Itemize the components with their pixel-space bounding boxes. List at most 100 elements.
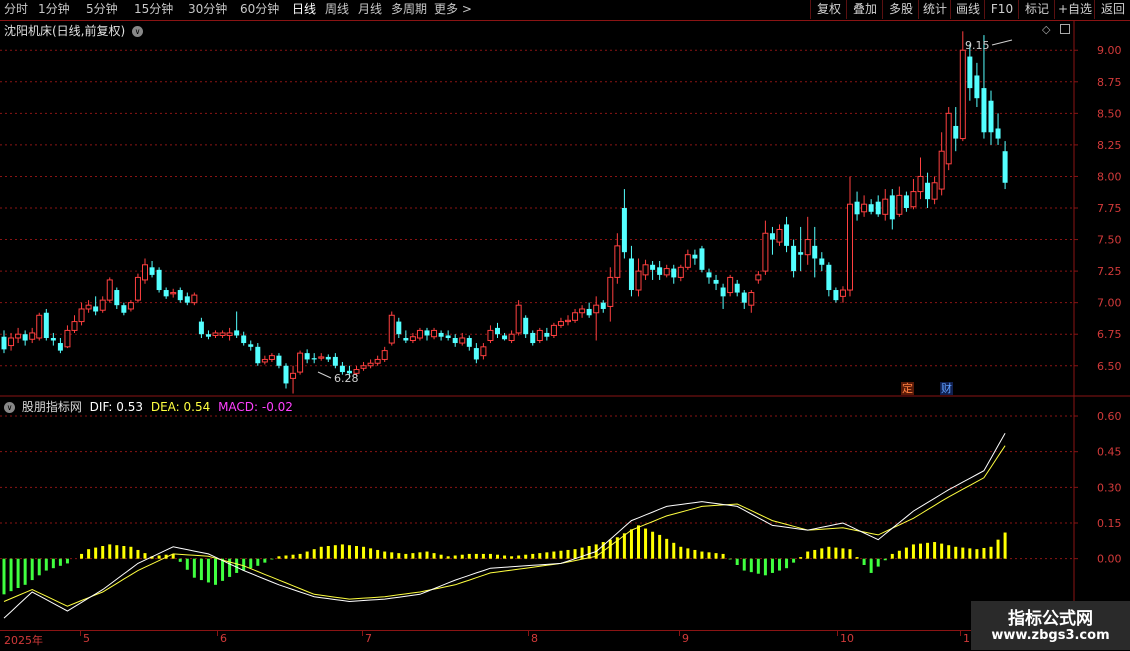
candle-body-down (769, 233, 775, 240)
f10-button[interactable]: F10 (984, 0, 1019, 19)
period-tab-5min[interactable]: 5分钟 (86, 0, 118, 19)
candle-body-up (374, 358, 381, 364)
period-tab-multi[interactable]: 多周期 (391, 0, 427, 19)
macd-axis-label: 0.30 (1097, 481, 1122, 494)
period-tab-15min[interactable]: 15分钟 (134, 0, 173, 19)
candle-body-down (332, 356, 338, 366)
time-tick-jun: 6 (220, 632, 227, 645)
price-axis-label: 6.75 (1097, 328, 1122, 341)
candle-body-up (684, 254, 691, 268)
candle-body-down (205, 334, 211, 337)
candle-body-up (896, 194, 903, 215)
price-axis-label: 7.75 (1097, 202, 1122, 215)
time-tick-oct: 10 (840, 632, 854, 645)
price-axis-label: 8.50 (1097, 107, 1122, 120)
period-tab-monthly[interactable]: 月线 (358, 0, 382, 19)
candle-body-up (71, 321, 78, 331)
period-tab-weekly[interactable]: 周线 (325, 0, 349, 19)
candle-body-down (600, 302, 606, 309)
candle-body-down (925, 182, 931, 200)
candle-body-down (57, 343, 63, 351)
candle-body-up (565, 319, 571, 323)
candle-body-down (495, 327, 500, 335)
statistics-button[interactable]: 统计 (918, 0, 951, 19)
candle-body-up (755, 274, 762, 281)
time-tick-aug: 8 (531, 632, 538, 645)
overlay-button[interactable]: 叠加 (846, 0, 883, 19)
time-tickline (80, 631, 81, 636)
event-badge-cai[interactable]: 财 (940, 382, 953, 395)
candle-body-up (776, 228, 783, 243)
price-axis-label: 8.75 (1097, 76, 1122, 89)
multi-stock-button[interactable]: 多股 (882, 0, 919, 19)
back-button[interactable]: 返回 (1094, 0, 1130, 19)
candle-body-up (515, 304, 522, 334)
price-axis-label: 8.00 (1097, 170, 1122, 183)
period-tab-intraday[interactable]: 分时 (4, 0, 28, 19)
candle-body-up (416, 329, 423, 339)
price-axis-label: 6.50 (1097, 360, 1122, 373)
candle-body-up (572, 312, 579, 321)
candle-body-down (720, 287, 726, 297)
candle-body-down (198, 321, 204, 335)
draw-line-button[interactable]: 画线 (950, 0, 985, 19)
candle-body-down (784, 224, 790, 246)
candle-body-down (798, 252, 804, 255)
watermark-logo: 指标公式网 www.zbgs3.com (971, 601, 1130, 650)
candle-body-down (234, 330, 240, 336)
candle-body-down (502, 335, 508, 340)
candle-body-up (127, 302, 134, 310)
candle-body-up (99, 299, 106, 311)
candle-body-down (177, 290, 183, 301)
candle-body-down (248, 344, 254, 347)
candle-body-up (290, 372, 297, 379)
candle-body-down (903, 195, 909, 208)
candle-body-up (550, 324, 557, 336)
watermark-title: 指标公式网 (1008, 609, 1093, 629)
candle-body-up (409, 336, 416, 342)
candle-body-up (882, 198, 889, 215)
candle-body-down (255, 346, 261, 364)
macd-axis-label: 0.45 (1097, 446, 1122, 459)
candle-body-up (804, 239, 811, 256)
candle-body-down (628, 258, 634, 291)
candle-body-up (85, 304, 92, 310)
period-tab-30min[interactable]: 30分钟 (188, 0, 227, 19)
candle-body-up (917, 175, 924, 193)
period-tab-60min[interactable]: 60分钟 (240, 0, 279, 19)
low-price-marker: 6.28 (334, 372, 359, 385)
candle-body-up (459, 337, 466, 344)
candle-body-down (43, 312, 49, 338)
candle-body-down (311, 358, 317, 360)
candle-body-down (657, 267, 663, 275)
time-tickline (217, 631, 218, 636)
restore-rights-button[interactable]: 复权 (810, 0, 847, 19)
period-tab-daily[interactable]: 日线 (292, 0, 316, 19)
event-badge-ding[interactable]: 定 (901, 382, 914, 395)
candle-body-down (621, 208, 627, 253)
price-axis-label: 7.25 (1097, 265, 1122, 278)
candle-body-down (452, 337, 458, 344)
price-chart: 6.50 6.75 7.00 7.25 7.50 7.75 8.00 8.25 8.50 8.75… (0, 21, 1130, 397)
candle-body-up (677, 266, 684, 278)
mark-button[interactable]: 标记 (1018, 0, 1055, 19)
candle-body-up (536, 329, 543, 342)
macd-chart: 0.00 0.15 0.30 0.45 0.60 (0, 397, 1122, 630)
watermark-url: www.zbgs3.com (991, 628, 1110, 643)
candle-body-up (959, 49, 966, 140)
add-favorite-button[interactable]: +自选 (1054, 0, 1095, 19)
candle-body-down (50, 337, 56, 341)
candle-body-down (276, 355, 282, 366)
candle-body-down (473, 348, 479, 360)
time-tick-may: 5 (83, 632, 90, 645)
candle-body-down (967, 56, 973, 89)
period-tab-1min[interactable]: 1分钟 (38, 0, 70, 19)
candle-body-up (170, 292, 177, 295)
candle-body-down (706, 272, 712, 278)
candle-body-down (93, 306, 99, 312)
candle-body-up (762, 232, 769, 272)
time-axis: 2025年 5 6 7 8 9 10 1 (0, 630, 1130, 651)
macd-axis-label: 0.60 (1097, 410, 1122, 423)
period-tab-more[interactable]: 更多 > (434, 0, 472, 19)
candle-body-down (241, 335, 247, 344)
